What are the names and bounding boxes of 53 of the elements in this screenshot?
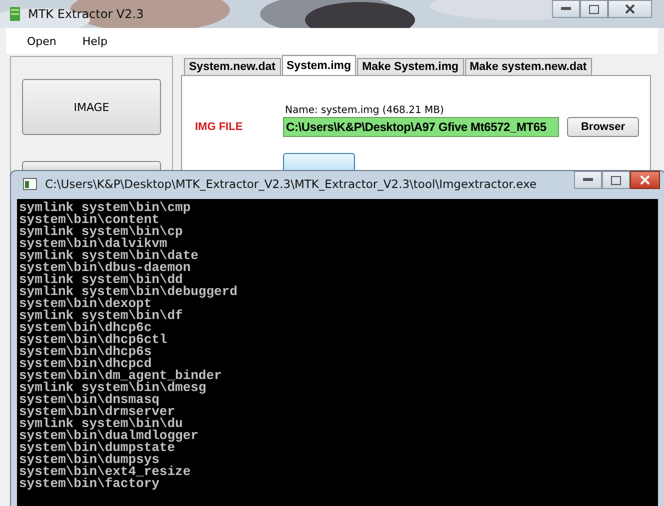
- path-field[interactable]: C:\Users\K&P\Desktop\A97 Gfive Mt6572_MT65: [283, 117, 559, 137]
- console-line: system\bin\content: [19, 214, 160, 226]
- console-line: system\bin\dm_agent_binder: [19, 370, 223, 382]
- console-line: symlink system\bin\df: [19, 310, 184, 322]
- console-line: system\bin\dualmdlogger: [19, 430, 200, 442]
- console-line: symlink system\bin\du: [19, 418, 183, 430]
- console-line: symlink system\bin\cmp: [19, 202, 192, 214]
- close-icon: [625, 4, 635, 14]
- console-line: system\bin\dumpstate: [19, 442, 176, 454]
- sidebar-button[interactable]: [22, 161, 161, 170]
- menu-item[interactable]: Open: [27, 34, 56, 48]
- console-line: symlink system\bin\debuggerd: [19, 286, 238, 298]
- image-button[interactable]: IMAGE: [22, 79, 161, 135]
- minimize-button[interactable]: [574, 171, 602, 189]
- maximize-icon: [611, 176, 621, 184]
- console-line: system\bin\dnsmasq: [19, 394, 160, 406]
- img-file-label: IMG FILE: [195, 121, 244, 133]
- menu-item[interactable]: Help: [82, 34, 108, 48]
- console-line: system\bin\dhcp6c: [19, 322, 152, 334]
- app-icon: [10, 7, 20, 21]
- console-line: system\bin\dhcpcd: [19, 358, 152, 370]
- start-button[interactable]: [283, 153, 355, 170]
- console-line: system\bin\dexopt: [19, 298, 152, 310]
- console-line: symlink system\bin\cp: [19, 226, 184, 238]
- console-line: symlink system\bin\dmesg: [19, 382, 206, 394]
- console-line: symlink system\bin\date: [19, 250, 200, 262]
- console-title: C:\Users\K&P\Desktop\MTK_Extractor_V2.3\MTK_Extractor_V2.3\tool\Imgextractor.exe: [45, 177, 537, 191]
- tab[interactable]: Make System.img: [357, 58, 464, 75]
- file-name-label: Name: system.img (468.21 MB): [284, 105, 445, 116]
- console-line: system\bin\drmserver: [19, 406, 176, 418]
- console-line: system\bin\dalvikvm: [19, 238, 168, 250]
- maximize-icon: [589, 4, 599, 14]
- close-icon: [640, 175, 650, 185]
- close-button[interactable]: [608, 0, 652, 18]
- console-line: symlink system\bin\dd: [19, 274, 183, 286]
- minimize-icon: [561, 7, 571, 11]
- minimize-button[interactable]: [552, 0, 580, 18]
- console-line: system\bin\dhcp6ctl: [19, 334, 168, 346]
- console-icon: [23, 178, 37, 190]
- maximize-button[interactable]: [602, 171, 630, 189]
- console-line: system\bin\ext4_resize: [19, 466, 192, 478]
- console-line: system\bin\factory: [19, 478, 160, 490]
- tab[interactable]: System.img: [282, 55, 356, 75]
- browser-button[interactable]: Browser: [567, 117, 639, 137]
- close-button[interactable]: [630, 171, 660, 189]
- minimize-icon: [583, 178, 593, 182]
- maximize-button[interactable]: [580, 0, 608, 18]
- console-line: system\bin\dhcp6s: [19, 346, 152, 358]
- console-line: system\bin\dumpsys: [19, 454, 160, 466]
- tab[interactable]: System.new.dat: [184, 58, 280, 75]
- tab[interactable]: Make system.new.dat: [464, 58, 592, 75]
- console-line: system\bin\dbus-daemon: [19, 262, 191, 274]
- window-title: MTK Extractor V2.3: [28, 7, 144, 21]
